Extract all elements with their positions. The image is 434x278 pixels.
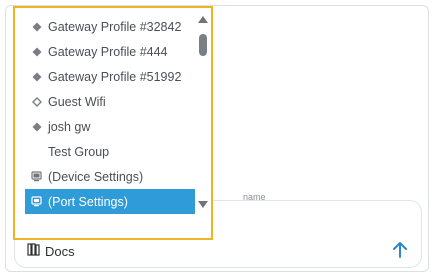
mention-item-label: (Port Settings) — [48, 194, 128, 209]
scroll-up-icon[interactable] — [198, 16, 208, 23]
mention-item-label: josh gw — [48, 119, 91, 134]
mention-item[interactable]: (Device Settings) — [25, 164, 195, 189]
mention-item[interactable]: (Port Settings) — [25, 189, 195, 214]
mention-item-label: Gateway Profile #32842 — [48, 19, 182, 34]
diamond-outline-icon — [31, 96, 42, 107]
port-settings-icon — [31, 196, 42, 207]
mention-item-label: (Device Settings) — [48, 169, 144, 184]
mention-item-label: Guest Wifi — [48, 94, 106, 109]
diamond-icon — [31, 121, 42, 132]
scroll-down-icon[interactable] — [198, 201, 208, 208]
mention-suggestions-list: Gateway Profile #32842 Gateway Profile #4… — [25, 14, 195, 214]
docs-icon — [27, 243, 40, 259]
mention-suggestions-popup: Gateway Profile #32842 Gateway Profile #4… — [13, 6, 213, 240]
mention-item-label: Test Group — [48, 144, 110, 159]
mention-item[interactable]: Guest Wifi — [25, 89, 195, 114]
diamond-icon — [31, 46, 42, 57]
mention-item[interactable]: Gateway Profile #444 — [25, 39, 195, 64]
send-button[interactable] — [389, 239, 411, 261]
device-settings-icon — [31, 171, 42, 182]
mention-item[interactable]: Gateway Profile #51992 — [25, 64, 195, 89]
scrollbar-thumb[interactable] — [199, 34, 207, 56]
diamond-icon — [31, 21, 42, 32]
mention-item[interactable]: josh gw — [25, 114, 195, 139]
popup-scrollbar[interactable] — [197, 12, 209, 210]
docs-label: Docs — [45, 243, 75, 259]
mention-item[interactable]: Gateway Profile #32842 — [25, 14, 195, 39]
mention-item-label: Gateway Profile #51992 — [48, 69, 182, 84]
diamond-icon — [31, 71, 42, 82]
arrow-up-icon — [393, 242, 407, 258]
mention-item-label: Gateway Profile #444 — [48, 44, 168, 59]
no-icon — [31, 146, 42, 157]
docs-button[interactable]: Docs — [27, 243, 75, 259]
mention-item[interactable]: Test Group — [25, 139, 195, 164]
